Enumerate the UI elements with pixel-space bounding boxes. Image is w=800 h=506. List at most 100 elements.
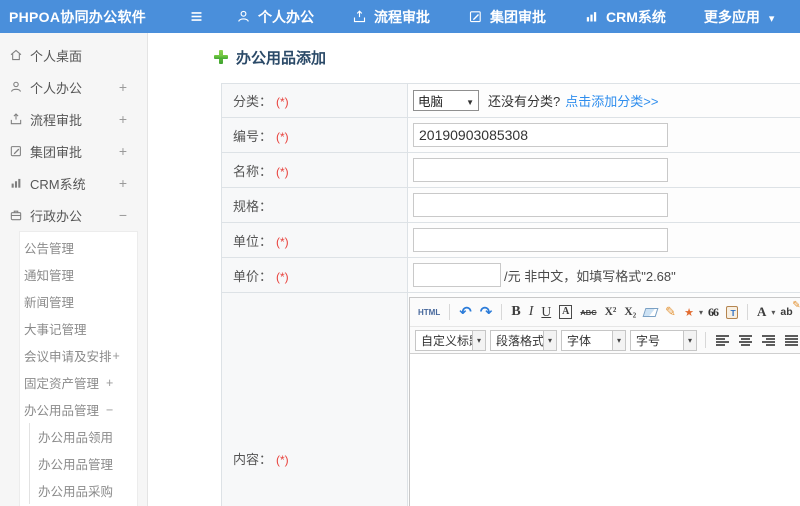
paragraph-format-select[interactable]: 段落格式 [490,329,557,351]
form-row-unit: 单位： (*) [221,222,800,258]
home-icon [9,48,23,62]
redo-icon[interactable]: ↷ [480,303,493,321]
auto-format-icon[interactable]: ★ [684,306,694,319]
bold-icon[interactable]: B [511,304,520,320]
main-menu: 个人办公 流程审批 集团审批 CRM系统 更多应用 [217,0,793,33]
nav-item-workflow-approval[interactable]: 流程审批 [333,0,449,33]
expand-toggle-icon[interactable]: − [106,403,113,417]
toolbar-separator [746,304,748,320]
align-left-icon[interactable] [716,334,729,346]
sidebar-item-announcement-mgmt[interactable]: 公告管理 [20,234,137,261]
category-select[interactable]: 电脑 [413,90,479,111]
category-select-value: 电脑 [418,95,444,109]
align-right-icon[interactable] [762,334,775,346]
expand-toggle-icon[interactable]: + [119,79,127,95]
sidebar-item-office-supplies-purchase[interactable]: 办公用品采购 [30,477,137,504]
sidebar-item-label: 办公用品管理 [24,404,100,418]
sidebar-item-notice-mgmt[interactable]: 通知管理 [20,261,137,288]
sidebar-item-label: 行政办公 [30,208,83,224]
unit-input[interactable] [413,228,668,252]
sidebar-item-office-supplies-claim[interactable]: 办公用品领用 [30,423,137,450]
font-family-select[interactable]: 字体 [561,329,626,351]
user-icon [236,9,251,24]
expand-toggle-icon[interactable]: + [119,143,127,159]
briefcase-icon [9,208,23,222]
select-arrow-icon [612,330,625,350]
strikethrough-icon[interactable]: ABC [580,308,596,317]
sidebar-submenu: 公告管理 通知管理 新闻管理 大事记管理 会议申请及安排 + 固定资产管理 + 办公用品管理 − 办… [19,231,138,506]
name-input[interactable] [413,158,668,182]
page-title-bar: 办公用品添加 [214,47,800,67]
spec-input[interactable] [413,193,668,217]
font-color-icon[interactable]: A [757,304,766,320]
nav-item-label: 更多应用 [703,8,760,25]
nav-item-crm-system[interactable]: CRM系统 [565,0,685,33]
sidebar-item-crm-system[interactable]: CRM系统 + [0,167,147,199]
sidebar-item-personal-office[interactable]: 个人办公 + [0,71,147,103]
nav-item-label: 个人办公 [258,8,314,25]
sidebar-item-label: 新闻管理 [24,296,75,310]
sidebar-item-admin-office[interactable]: 行政办公 − [0,199,147,231]
caret-icon: ▾ [771,307,776,317]
field-label-spec: 规格： [233,198,273,214]
sidebar-item-label: 会议申请及安排 [24,350,112,364]
sidebar-item-workflow-approval[interactable]: 流程审批 + [0,103,147,135]
select-arrow-icon [543,330,556,350]
add-category-link[interactable]: 点击添加分类>> [565,91,658,110]
required-star: (*) [276,234,289,249]
sidebar-item-label: 个人桌面 [30,48,83,64]
format-brush-icon[interactable]: ✎ [665,304,676,320]
sidebar-item-label: 公告管理 [24,242,75,256]
sidebar: 个人桌面个人办公 + 流程审批 + 集团审批 + CRM系统 + 行政办公 − 公告管理通知管理新闻… [0,33,148,506]
undo-icon[interactable]: ↶ [459,303,472,321]
hamburger-menu-icon[interactable] [188,8,205,25]
sidebar-item-personal-desktop[interactable]: 个人桌面 [0,39,147,71]
sidebar-item-fixed-assets-mgmt[interactable]: 固定资产管理 + [20,369,137,396]
nav-item-more-apps[interactable]: 更多应用 [685,0,794,33]
expand-toggle-icon[interactable]: − [119,207,127,223]
sidebar-item-news-mgmt[interactable]: 新闻管理 [20,288,137,315]
expand-toggle-icon[interactable]: + [119,175,127,191]
expand-toggle-icon[interactable]: + [119,111,127,127]
form-row-category: 分类：(*) 电脑 还没有分类? 点击添加分类>> [221,83,800,118]
add-plus-icon [214,50,228,64]
edit-icon [9,144,23,158]
eraser-icon[interactable] [642,307,659,317]
sidebar-item-office-supplies-manage[interactable]: 办公用品管理 [30,450,137,477]
align-justify-icon[interactable] [785,334,798,346]
subscript-icon[interactable]: X₂ [624,306,636,318]
price-input[interactable] [413,263,501,287]
sidebar-item-meeting-request[interactable]: 会议申请及安排 + [20,342,137,369]
no-category-hint: 还没有分类? [488,94,561,109]
font-border-icon[interactable]: A [559,305,573,319]
paste-text-icon[interactable] [725,305,738,319]
nav-item-personal-office[interactable]: 个人办公 [217,0,333,33]
underline-icon[interactable]: U [541,304,551,320]
blockquote-icon[interactable]: 66 [708,305,719,320]
expand-toggle-icon[interactable]: + [113,349,120,363]
form-row-content: 内容：(*) HTML↶↷BIUAABCX²X₂✎★▾66A▾ab▾ 自定义标题… [221,292,800,506]
sidebar-item-label: 大事记管理 [24,323,87,337]
rich-text-editor: HTML↶↷BIUAABCX²X₂✎★▾66A▾ab▾ 自定义标题段落格式字体字… [409,297,800,506]
sidebar-item-group-approval[interactable]: 集团审批 + [0,135,147,167]
field-label-price: 单价： [233,268,273,284]
select-arrow-icon [466,94,474,108]
align-center-icon[interactable] [739,334,752,346]
sidebar-item-office-supplies-mgmt[interactable]: 办公用品管理 − [20,396,137,423]
superscript-icon[interactable]: X² [605,306,617,318]
flow-icon [9,112,23,126]
nav-item-group-approval[interactable]: 集团审批 [449,0,565,33]
sidebar-item-label: 固定资产管理 [24,377,100,391]
sidebar-item-memorabilia-mgmt[interactable]: 大事记管理 [20,315,137,342]
custom-title-select[interactable]: 自定义标题 [415,329,486,351]
editor-content-area[interactable] [410,354,800,506]
html-source-button[interactable]: HTML [418,308,440,317]
expand-toggle-icon[interactable]: + [106,376,113,390]
italic-icon[interactable]: I [529,304,534,320]
highlight-color-icon[interactable]: ab [780,300,800,318]
code-input[interactable] [413,123,668,147]
form-row-code: 编号： (*) [221,117,800,153]
chart-icon [9,176,23,190]
field-label-name: 名称： [233,163,273,179]
font-size-select[interactable]: 字号 [630,329,697,351]
